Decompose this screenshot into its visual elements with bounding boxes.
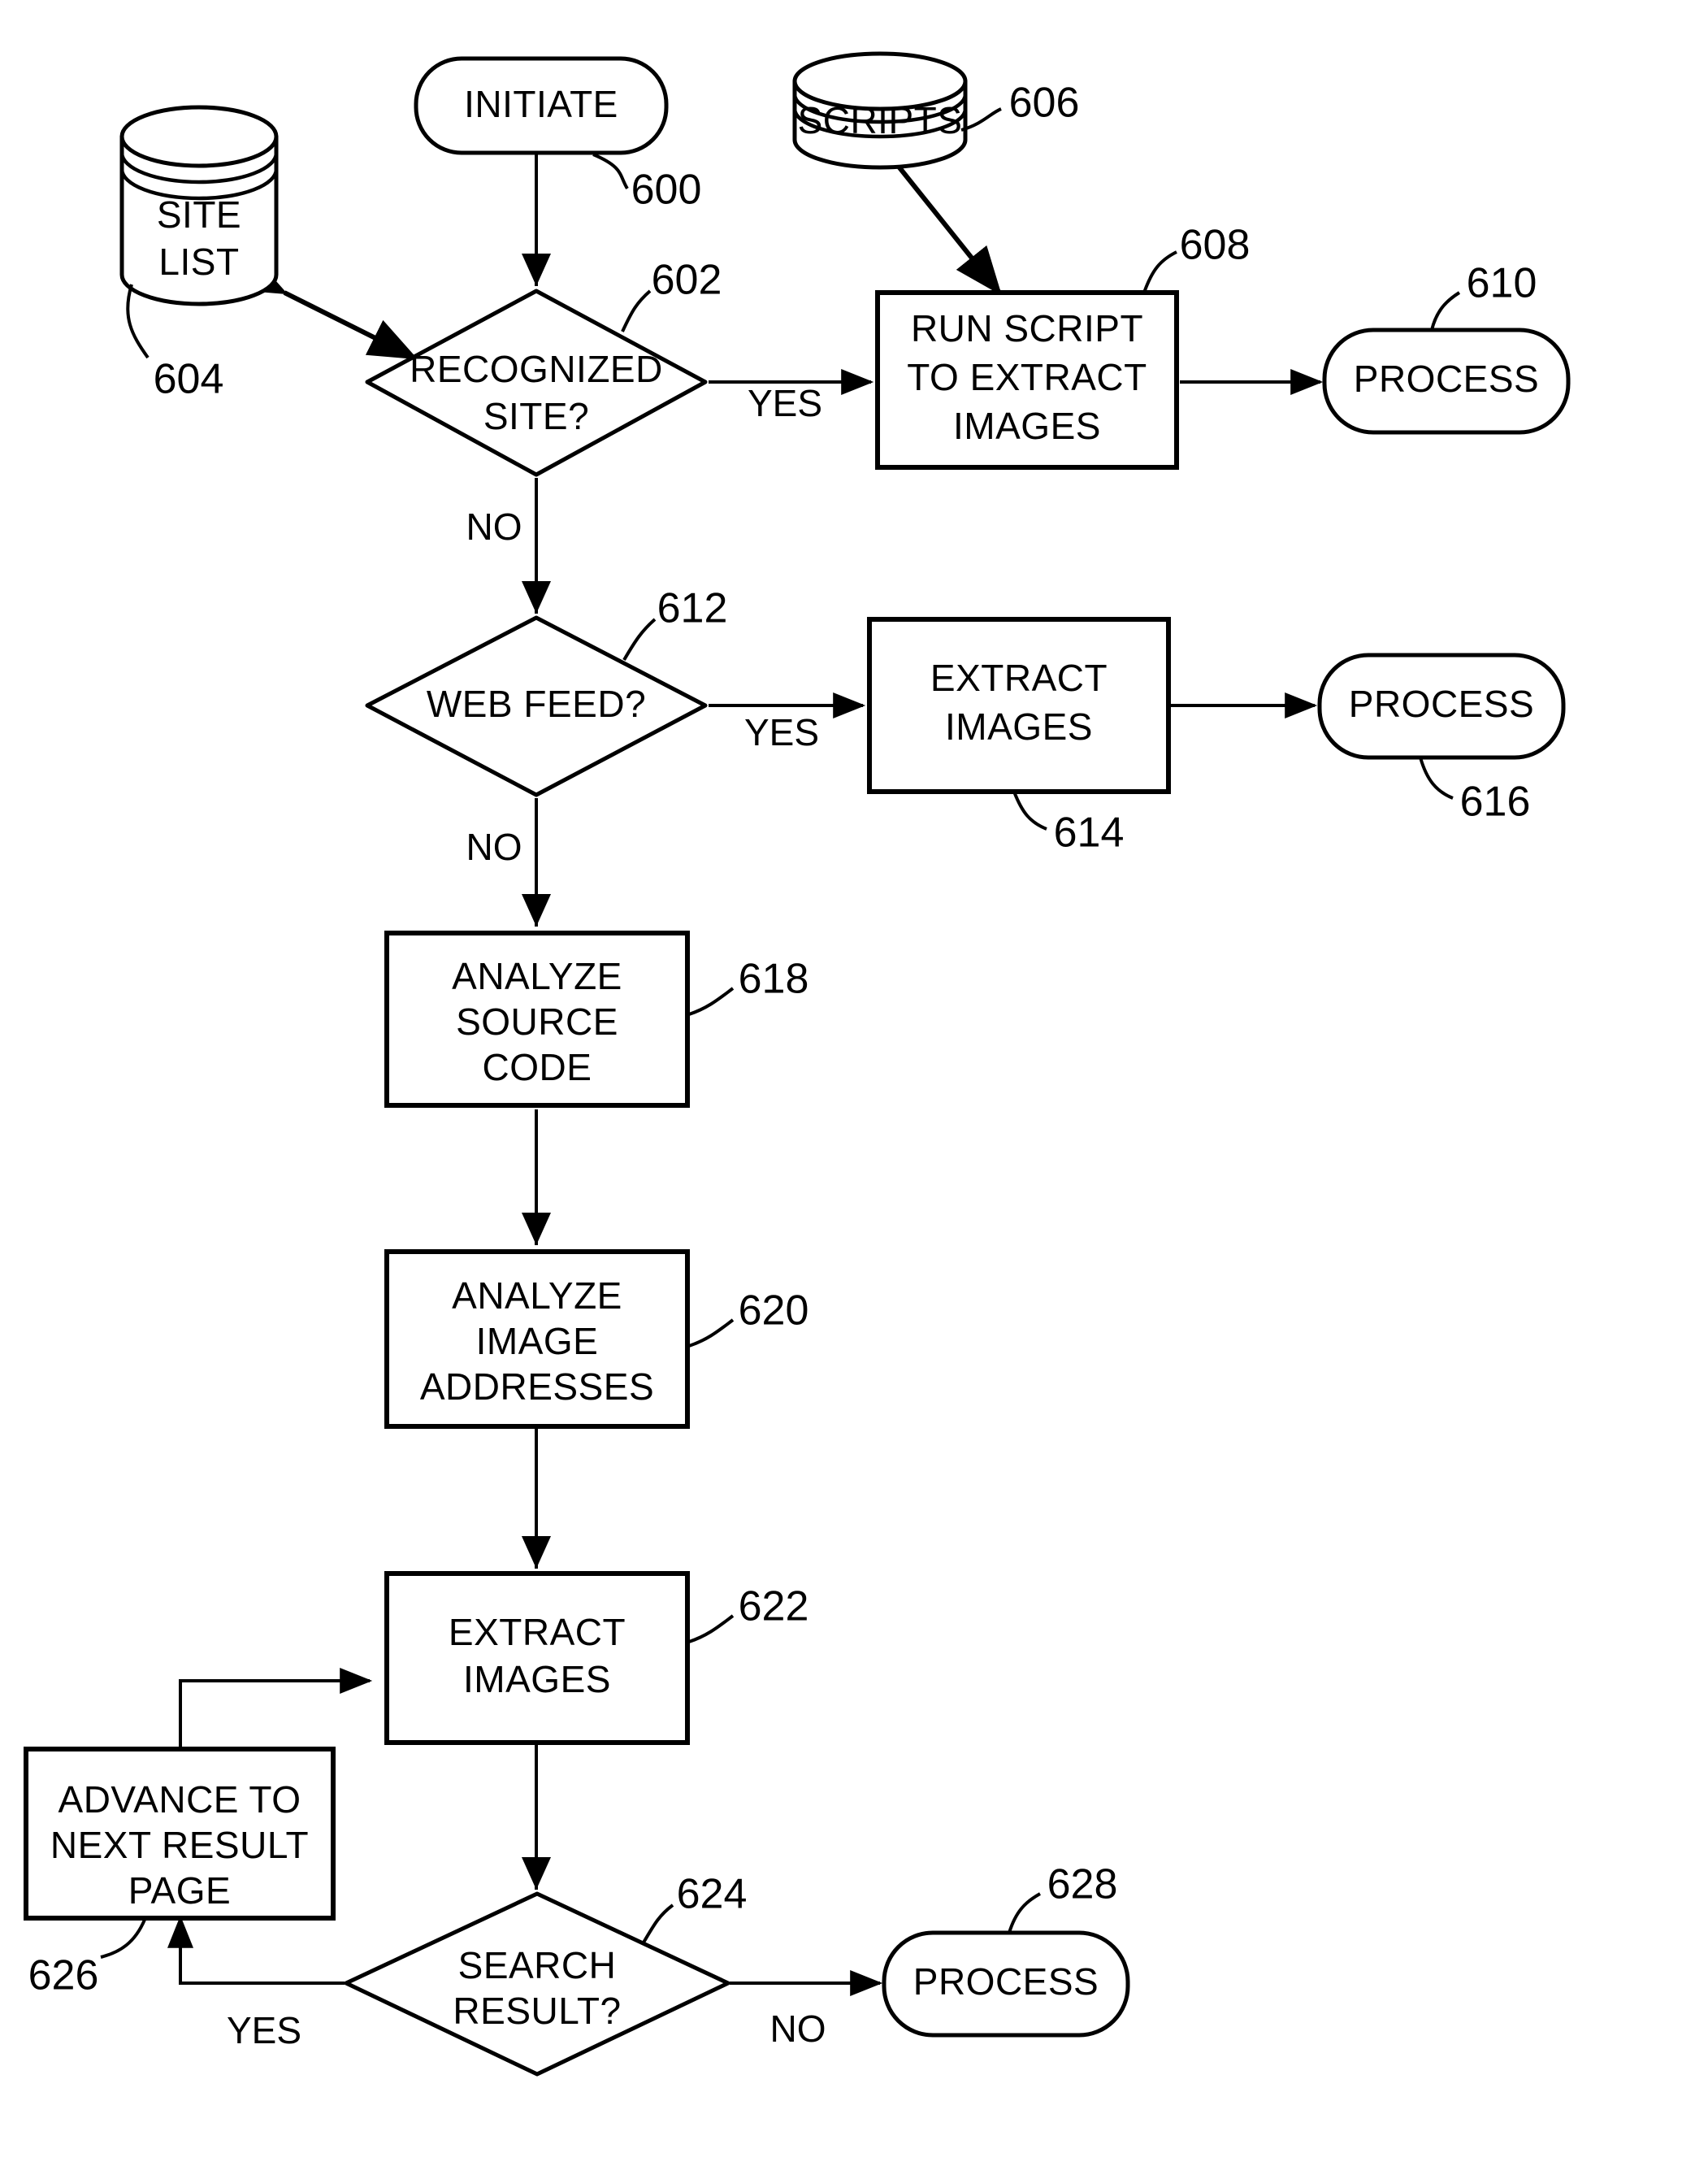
edge-label-webfeed-no: NO [466, 826, 522, 868]
analyze-source-code-label-line1: ANALYZE [452, 955, 622, 997]
edge-label-search-yes: YES [227, 2009, 301, 2051]
leader-612 [622, 618, 657, 662]
node-recognized-site: RECOGNIZED SITE? [365, 289, 708, 477]
leader-600 [592, 153, 629, 190]
leader-622 [688, 1614, 735, 1643]
leader-618 [688, 987, 735, 1016]
leader-626 [100, 1919, 146, 1959]
leader-616 [1419, 757, 1454, 800]
ref-616: 616 [1460, 779, 1531, 826]
extract-images-622-label-line1: EXTRACT [449, 1611, 626, 1653]
node-process-628: PROCESS [882, 1930, 1130, 2038]
web-feed-label: WEB FEED? [427, 683, 646, 725]
ref-614: 614 [1054, 810, 1125, 857]
extract-images-622-label-line2: IMAGES [463, 1658, 611, 1700]
analyze-source-code-label-line2: SOURCE [456, 1001, 618, 1043]
node-process-610: PROCESS [1322, 328, 1571, 435]
process-616-label: PROCESS [1349, 683, 1534, 725]
process-610-label: PROCESS [1354, 358, 1539, 400]
run-script-label-line2: TO EXTRACT [907, 356, 1147, 398]
recognized-site-label-line1: RECOGNIZED [410, 348, 663, 390]
ref-606: 606 [1009, 80, 1080, 127]
search-result-label-line1: SEARCH [458, 1944, 617, 1986]
ref-622: 622 [739, 1583, 809, 1630]
node-web-feed: WEB FEED? [365, 615, 708, 797]
patent-flowchart-figure: INITIATE SITE LIST SCRIPTS RECOGNIZED SI… [0, 0, 1708, 2166]
extract-images-614-label-line1: EXTRACT [930, 657, 1108, 699]
advance-next-page-label-line2: NEXT RESULT [50, 1824, 309, 1866]
ref-602: 602 [652, 257, 722, 304]
ref-610: 610 [1467, 260, 1537, 307]
run-script-label-line3: IMAGES [953, 405, 1101, 447]
leader-610 [1430, 291, 1461, 331]
node-extract-images-614: EXTRACT IMAGES [867, 617, 1171, 794]
node-site-list: SITE LIST [119, 105, 279, 306]
advance-next-page-label-line1: ADVANCE TO [59, 1778, 301, 1821]
analyze-source-code-label-line3: CODE [483, 1046, 592, 1088]
edge-label-search-no: NO [770, 2008, 826, 2050]
leader-624 [642, 1903, 674, 1944]
node-advance-next-page: ADVANCE TO NEXT RESULT PAGE [24, 1747, 336, 1921]
leader-602 [621, 289, 652, 332]
connector-advance-next-page-to-extract-images-622 [179, 1668, 373, 1749]
leader-628 [1008, 1892, 1041, 1934]
edge-label-recognized-no: NO [466, 506, 522, 548]
flowchart-canvas: INITIATE SITE LIST SCRIPTS RECOGNIZED SI… [24, 51, 1571, 2077]
leader-608 [1142, 250, 1177, 293]
analyze-image-addresses-label-line1: ANALYZE [452, 1274, 622, 1317]
analyze-image-addresses-label-line3: ADDRESSES [420, 1365, 654, 1408]
site-list-cylinder-top [119, 105, 279, 168]
node-analyze-image-addresses: ANALYZE IMAGE ADDRESSES [384, 1249, 690, 1429]
analyze-image-addresses-label-line2: IMAGE [476, 1320, 599, 1362]
connector-scripts-run-script-bidirectional [842, 102, 1002, 296]
run-script-label-line1: RUN SCRIPT [911, 307, 1143, 349]
ref-628: 628 [1047, 1861, 1118, 1908]
edge-label-webfeed-yes: YES [744, 711, 819, 753]
node-analyze-source-code: ANALYZE SOURCE CODE [384, 931, 690, 1108]
advance-next-page-label-line3: PAGE [128, 1869, 231, 1912]
edge-label-recognized-yes: YES [748, 382, 822, 424]
scripts-label: SCRIPTS [798, 99, 963, 141]
site-list-label-line2: LIST [158, 241, 239, 283]
search-result-label-line2: RESULT? [453, 1990, 621, 2032]
process-628-label: PROCESS [913, 1960, 1099, 2003]
site-list-label-line1: SITE [157, 193, 241, 236]
extract-images-614-label-line2: IMAGES [945, 705, 1093, 748]
recognized-site-label-line2: SITE? [483, 395, 589, 437]
node-run-script: RUN SCRIPT TO EXTRACT IMAGES [875, 290, 1179, 470]
ref-626: 626 [28, 1952, 99, 1999]
ref-608: 608 [1180, 222, 1251, 269]
ref-618: 618 [739, 956, 809, 1003]
node-search-result: SEARCH RESULT? [344, 1891, 730, 2077]
node-process-616: PROCESS [1317, 653, 1566, 760]
node-scripts: SCRIPTS [792, 51, 968, 170]
ref-624: 624 [677, 1871, 748, 1918]
connector-site-list-recognized-site-bidirectional [235, 254, 418, 360]
node-initiate: INITIATE [414, 56, 669, 155]
ref-612: 612 [657, 585, 728, 632]
initiate-label: INITIATE [464, 83, 618, 125]
ref-600: 600 [631, 167, 702, 214]
ref-620: 620 [739, 1287, 809, 1335]
node-extract-images-622: EXTRACT IMAGES [384, 1571, 690, 1745]
connector-search-result-yes-to-advance-next-page [167, 1915, 345, 1985]
ref-604: 604 [154, 356, 224, 403]
leader-614 [1012, 791, 1047, 831]
leader-620 [688, 1318, 735, 1348]
